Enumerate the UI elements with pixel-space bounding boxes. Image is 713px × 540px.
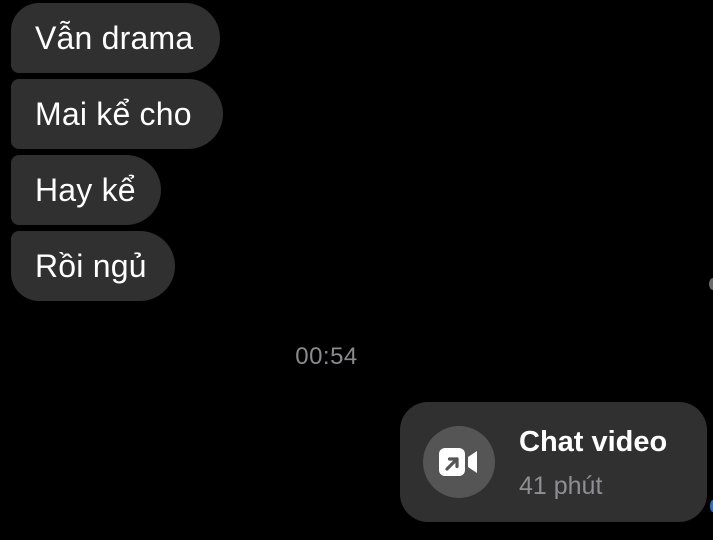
call-duration: 41 phút: [519, 472, 603, 500]
received-message-bubble[interactable]: Vẫn drama: [11, 3, 220, 73]
video-camera-icon: [439, 448, 477, 476]
message-timestamp: 00:54: [295, 343, 358, 370]
video-call-icon-circle: [423, 426, 495, 498]
message-text: Mai kể cho: [35, 95, 192, 132]
video-call-card[interactable]: Chat video 41 phút: [400, 402, 707, 522]
message-text: Rồi ngủ: [35, 247, 147, 284]
edge-indicator: [709, 278, 713, 290]
received-message-bubble[interactable]: Mai kể cho: [11, 79, 223, 149]
message-text: Hay kể: [35, 171, 136, 208]
received-message-bubble[interactable]: Rồi ngủ: [11, 231, 175, 301]
call-title: Chat video: [519, 426, 668, 458]
received-message-bubble[interactable]: Hay kể: [11, 155, 161, 225]
message-text: Vẫn drama: [35, 19, 194, 56]
